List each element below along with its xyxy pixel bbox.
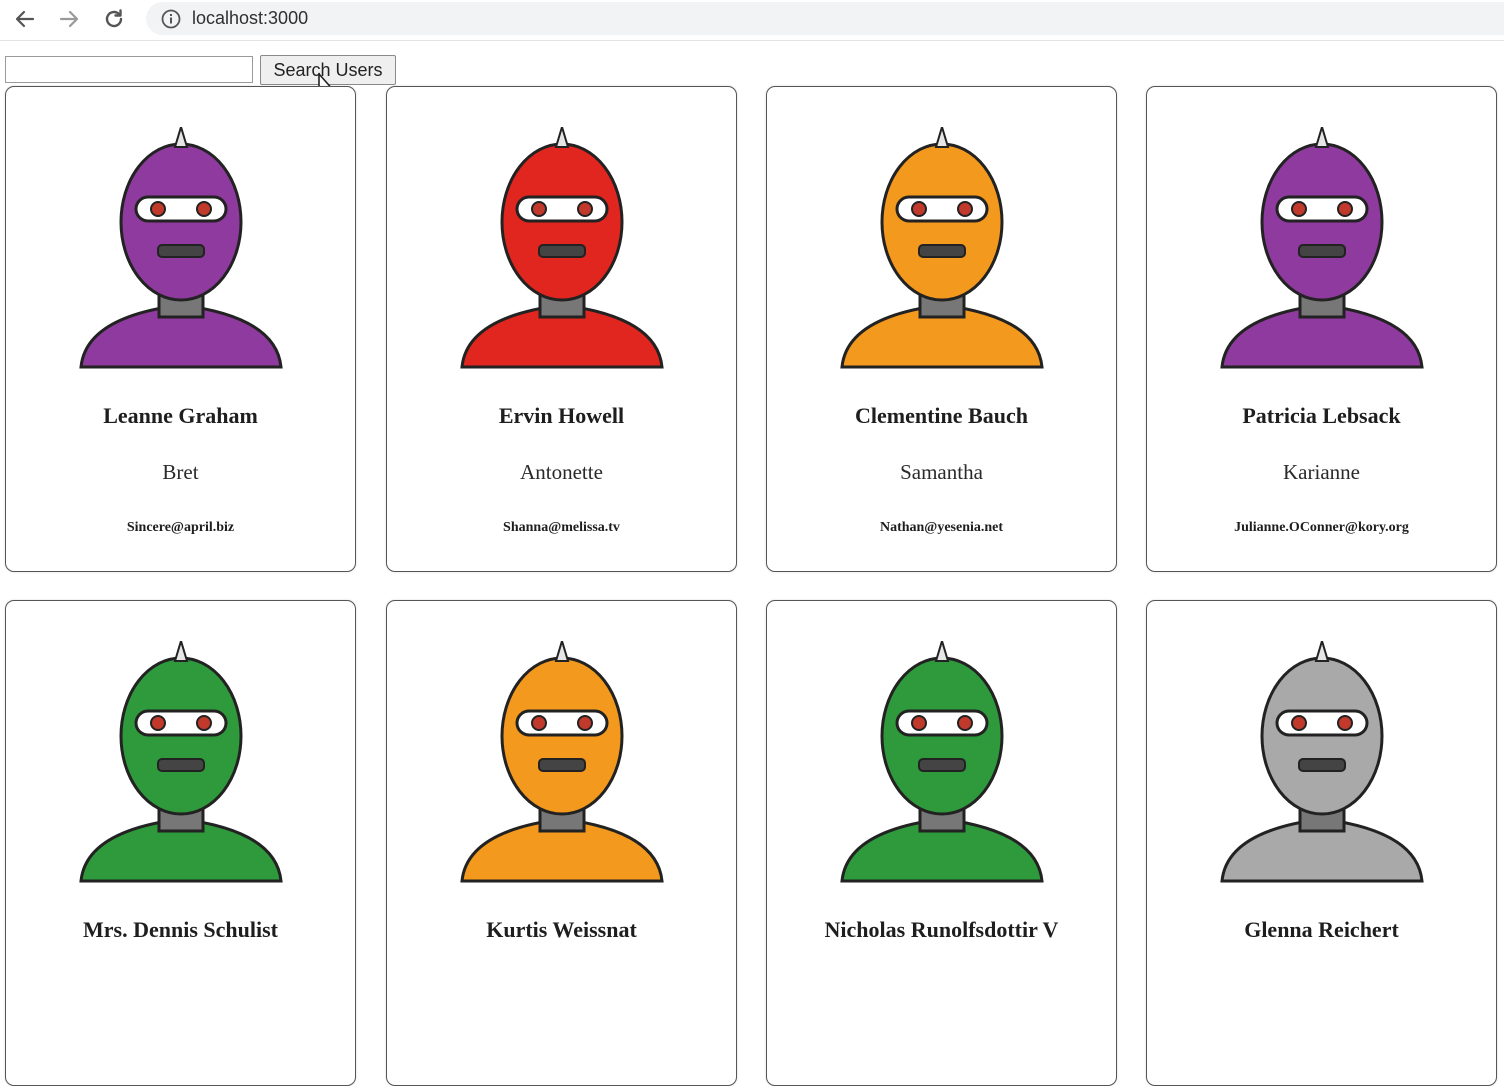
user-card: Ervin Howell Antonette Shanna@melissa.tv [386, 86, 737, 572]
address-bar[interactable]: localhost:3000 [146, 2, 1504, 35]
user-name: Ervin Howell [498, 403, 625, 428]
search-input[interactable] [5, 56, 253, 83]
user-username: Karianne [1283, 460, 1360, 484]
user-card: Nicholas Runolfsdottir V [766, 600, 1117, 1086]
user-card: Glenna Reichert [1146, 600, 1497, 1086]
user-name: Glenna Reichert [1244, 917, 1399, 942]
robot-avatar [1202, 641, 1442, 883]
robot-avatar [442, 641, 682, 883]
robot-avatar [822, 641, 1062, 883]
robot-avatar [822, 127, 1062, 369]
user-username: Bret [162, 460, 199, 484]
user-card: Leanne Graham Bret Sincere@april.biz [5, 86, 356, 572]
robot-avatar [61, 641, 301, 883]
reload-icon[interactable] [99, 4, 129, 34]
robot-avatar [61, 127, 301, 369]
user-name: Clementine Bauch [855, 403, 1028, 428]
robot-avatar [1202, 127, 1442, 369]
user-name: Leanne Graham [103, 403, 258, 428]
user-username: Samantha [900, 460, 983, 484]
robot-avatar [442, 127, 682, 369]
user-email: Shanna@melissa.tv [503, 520, 620, 535]
user-card: Clementine Bauch Samantha Nathan@yesenia… [766, 86, 1117, 572]
user-name: Patricia Lebsack [1242, 403, 1401, 428]
user-email: Julianne.OConner@kory.org [1234, 520, 1409, 535]
user-card: Patricia Lebsack Karianne Julianne.OConn… [1146, 86, 1497, 572]
back-arrow-icon[interactable] [10, 4, 40, 34]
forward-arrow-icon[interactable] [54, 4, 84, 34]
user-username: Antonette [520, 460, 603, 484]
user-name: Mrs. Dennis Schulist [83, 917, 278, 942]
user-name: Nicholas Runolfsdottir V [824, 917, 1059, 942]
user-email: Sincere@april.biz [126, 520, 235, 535]
user-email: Nathan@yesenia.net [879, 520, 1004, 535]
browser-toolbar: localhost:3000 [0, 0, 1504, 41]
url-text: localhost:3000 [192, 8, 309, 28]
info-icon[interactable] [160, 8, 182, 30]
user-card: Mrs. Dennis Schulist [5, 600, 356, 1086]
user-card: Kurtis Weissnat [386, 600, 737, 1086]
user-name: Kurtis Weissnat [486, 917, 637, 942]
